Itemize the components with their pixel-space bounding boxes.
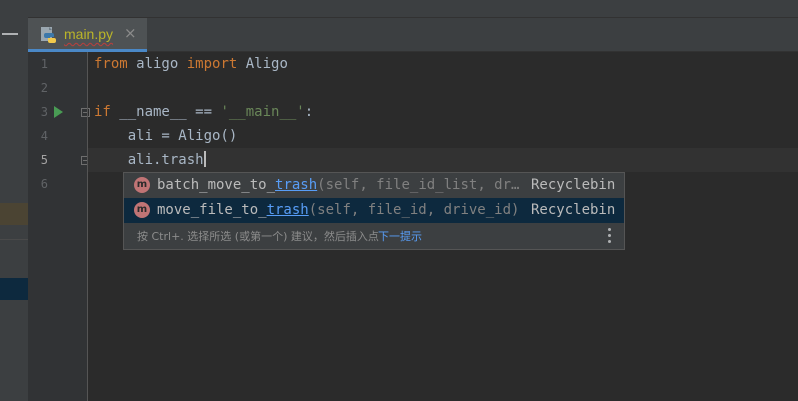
completion-params: (self, file_id, drive_id): [308, 202, 520, 218]
completion-item-text: batch_move_to_trash(self, file_id_list, …: [157, 173, 519, 198]
code-line-3[interactable]: if __name__ == '__main__':: [94, 100, 313, 124]
code-line-1[interactable]: from aligo import Aligo: [94, 52, 288, 76]
code-line-4[interactable]: ali = Aligo(): [94, 124, 238, 148]
project-tool-strip: [0, 0, 29, 401]
completion-item[interactable]: m batch_move_to_trash(self, file_id_list…: [124, 173, 624, 198]
code-completion-popup: m batch_move_to_trash(self, file_id_list…: [123, 172, 625, 250]
tab-label: main.py: [64, 26, 114, 42]
collapse-icon[interactable]: [2, 33, 18, 35]
keyword: import: [186, 56, 238, 72]
close-icon[interactable]: ×: [124, 24, 137, 42]
fold-icon[interactable]: [81, 108, 90, 117]
method-icon: m: [134, 177, 150, 193]
code-text: __name__ ==: [110, 104, 221, 120]
line-number: 2: [40, 81, 48, 95]
keyword: if: [94, 104, 111, 120]
method-icon: m: [134, 202, 150, 218]
code-text: aligo: [127, 56, 187, 72]
completion-item-text: move_file_to_trash(self, file_id, drive_…: [157, 198, 519, 223]
gutter-separator: [87, 52, 88, 401]
completion-params: (self, file_id_list, dr…: [317, 177, 520, 193]
more-options-icon[interactable]: [608, 228, 612, 244]
project-tree-row-highlight[interactable]: [0, 203, 28, 225]
keyword: from: [94, 56, 128, 72]
project-tree-row-selected[interactable]: [0, 278, 28, 300]
completion-name-prefix: move_file_to_: [157, 202, 267, 218]
python-file-icon: [41, 27, 56, 43]
completion-item-selected[interactable]: m move_file_to_trash(self, file_id, driv…: [124, 198, 624, 223]
code-text: ali = Aligo(): [94, 128, 238, 144]
completion-name-prefix: batch_move_to_: [157, 177, 276, 193]
run-icon[interactable]: [54, 106, 63, 118]
line-number: 1: [40, 57, 48, 71]
completion-hint: 按 Ctrl+. 选择所选 (或第一个) 建议，然后插入点: [137, 230, 379, 243]
divider: [0, 239, 28, 240]
code-text: ali.trash: [94, 152, 204, 168]
line-number: 6: [40, 177, 48, 191]
line-number: 4: [40, 129, 48, 143]
completion-match: trash: [275, 177, 318, 193]
completion-match: trash: [266, 202, 309, 218]
code-text: :: [304, 104, 314, 120]
code-line-5[interactable]: ali.trash: [94, 148, 206, 172]
string-literal: '__main__': [220, 104, 305, 120]
text-caret: [203, 151, 206, 167]
editor-tab-bar: main.py ×: [28, 0, 798, 52]
tab-main-py[interactable]: main.py ×: [28, 18, 147, 52]
completion-type: Recyclebin: [531, 202, 616, 218]
line-number: 3: [40, 105, 48, 119]
next-tip-link[interactable]: 下一提示: [378, 228, 422, 244]
completion-hint-bar: 按 Ctrl+. 选择所选 (或第一个) 建议，然后插入点 下一提示: [124, 223, 624, 249]
completion-type: Recyclebin: [531, 177, 616, 193]
editor-gutter: 1 2 3 4 5 6: [28, 52, 90, 401]
code-text: Aligo: [237, 56, 288, 72]
line-number-active: 5: [40, 153, 48, 167]
